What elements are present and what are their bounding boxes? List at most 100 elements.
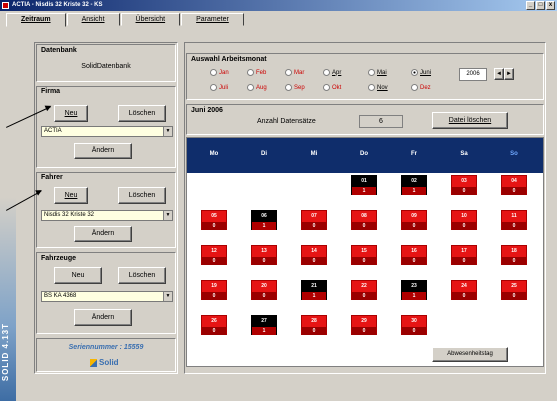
weekday-so: So [510, 151, 518, 157]
calendar-day[interactable]: 27 1 [251, 315, 277, 335]
calendar-day[interactable]: 05 0 [201, 210, 227, 230]
serial-group: Seriennummer : 15559 Solid [36, 338, 176, 372]
minimize-button[interactable]: _ [526, 1, 535, 10]
year-field[interactable]: 2006 [459, 68, 487, 81]
calendar-day[interactable]: 01 1 [351, 175, 377, 195]
fahrzeuge-neu-button[interactable]: Neu [54, 267, 102, 284]
calendar-day[interactable]: 10 0 [451, 210, 477, 230]
year-next-button[interactable]: ► [504, 68, 514, 80]
month-radio-mai[interactable]: Mai [368, 68, 387, 77]
calendar-day[interactable]: 07 0 [301, 210, 327, 230]
calendar-day[interactable]: 14 0 [301, 245, 327, 265]
fahrer-aendern-button[interactable]: Ändern [74, 226, 132, 242]
radio-dot[interactable] [247, 84, 254, 91]
fahrer-loeschen-button[interactable]: Löschen [118, 187, 166, 204]
close-button[interactable]: x [546, 1, 555, 10]
calendar-day[interactable]: 29 0 [351, 315, 377, 335]
calendar-day[interactable]: 25 0 [501, 280, 527, 300]
radio-dot[interactable] [285, 84, 292, 91]
month-label: Nov [377, 84, 388, 91]
radio-dot[interactable] [368, 84, 375, 91]
abwesenheitstag-button[interactable]: Abwesenheitstag [432, 347, 508, 362]
calendar-day[interactable]: 26 0 [201, 315, 227, 335]
month-radio-aug[interactable]: Aug [247, 83, 267, 92]
month-radio-nov[interactable]: Nov [368, 83, 388, 92]
title-bar: ACTIA - Nisdis 32 Kriste 32 - KS _ □ x [0, 0, 557, 11]
arrow-right-icon: ► [506, 71, 512, 77]
maximize-button[interactable]: □ [536, 1, 545, 10]
month-radio-mar[interactable]: Mar [285, 68, 304, 77]
calendar-day[interactable]: 17 0 [451, 245, 477, 265]
calendar-day[interactable]: 28 0 [301, 315, 327, 335]
calendar-day[interactable]: 22 0 [351, 280, 377, 300]
calendar-day[interactable]: 12 0 [201, 245, 227, 265]
month-radio-apr[interactable]: Apr [323, 68, 341, 77]
year-prev-button[interactable]: ◄ [494, 68, 504, 80]
radio-dot[interactable] [210, 84, 217, 91]
radio-dot[interactable] [210, 69, 217, 76]
datenbank-value: SolidDatenbank [81, 63, 131, 70]
radio-dot[interactable] [323, 69, 330, 76]
chevron-down-icon[interactable]: ▼ [163, 211, 172, 220]
fahrzeuge-aendern-button[interactable]: Ändern [74, 309, 132, 326]
radio-dot[interactable] [323, 84, 330, 91]
calendar-day[interactable]: 13 0 [251, 245, 277, 265]
calendar-day[interactable]: 11 0 [501, 210, 527, 230]
tab-parameter[interactable]: Parameter [181, 13, 244, 26]
fahrer-neu-button[interactable]: Neu [54, 187, 88, 204]
tab-uebersicht[interactable]: Übersicht [120, 13, 181, 26]
fahrzeuge-loeschen-button[interactable]: Löschen [118, 267, 166, 284]
calendar: Mo Di Mi Do Fr Sa So Abwesenheitstag 01 1 02 1 03 0… [186, 137, 544, 367]
radio-dot[interactable] [285, 69, 292, 76]
calendar-day[interactable]: 04 0 [501, 175, 527, 195]
fahrzeuge-group: Fahrzeuge Neu Löschen BS KA 4368 ▼ Ändern [36, 252, 176, 334]
calendar-day[interactable]: 08 0 [351, 210, 377, 230]
datenbank-group: Datenbank SolidDatenbank [36, 44, 176, 82]
calendar-day[interactable]: 19 0 [201, 280, 227, 300]
calendar-day[interactable]: 24 0 [451, 280, 477, 300]
solid-logo-icon [90, 359, 97, 367]
radio-dot[interactable] [411, 84, 418, 91]
month-radio-juli[interactable]: Juli [210, 83, 228, 92]
firma-neu-button[interactable]: Neu [54, 105, 88, 122]
day-count: 0 [452, 292, 476, 300]
month-radio-sep[interactable]: Sep [285, 83, 305, 92]
app-window: ACTIA - Nisdis 32 Kriste 32 - KS _ □ x Z… [0, 0, 557, 401]
month-radio-dez[interactable]: Dez [411, 83, 431, 92]
month-radio-okt[interactable]: Okt [323, 83, 341, 92]
calendar-day[interactable]: 15 0 [351, 245, 377, 265]
calendar-day[interactable]: 23 1 [401, 280, 427, 300]
calendar-day[interactable]: 18 0 [501, 245, 527, 265]
radio-dot[interactable] [247, 69, 254, 76]
calendar-day[interactable]: 02 1 [401, 175, 427, 195]
day-number: 24 [452, 281, 476, 292]
firma-loeschen-button[interactable]: Löschen [118, 105, 166, 122]
month-radio-feb[interactable]: Feb [247, 68, 266, 77]
calendar-day[interactable]: 03 0 [451, 175, 477, 195]
month-radio-jan[interactable]: Jan [210, 68, 229, 77]
chevron-down-icon[interactable]: ▼ [163, 292, 172, 301]
month-radio-juni[interactable]: Juni [411, 68, 431, 77]
weekday-mo: Mo [209, 151, 219, 157]
firma-select[interactable]: ACTIA ▼ [41, 126, 173, 137]
tab-zeitraum[interactable]: Zeitraum [6, 13, 66, 27]
day-number: 06 [252, 211, 276, 222]
fahrer-select[interactable]: Nisdis 32 Kriste 32 ▼ [41, 210, 173, 221]
firma-aendern-button[interactable]: Ändern [74, 143, 132, 159]
calendar-day[interactable]: 09 0 [401, 210, 427, 230]
tab-ansicht[interactable]: Ansicht [66, 13, 120, 26]
calendar-day[interactable]: 16 0 [401, 245, 427, 265]
calendar-day[interactable]: 20 0 [251, 280, 277, 300]
radio-dot[interactable] [368, 69, 375, 76]
chevron-down-icon[interactable]: ▼ [163, 127, 172, 136]
datei-loeschen-button[interactable]: Datei löschen [432, 112, 508, 129]
juni-header-group: Juni 2006 Anzahl Datensätze 6 Datei lösc… [186, 104, 544, 135]
calendar-day[interactable]: 30 0 [401, 315, 427, 335]
fahrzeuge-select[interactable]: BS KA 4368 ▼ [41, 291, 173, 302]
calendar-day[interactable]: 06 1 [251, 210, 277, 230]
month-label: Juli [219, 84, 229, 91]
fahrzeuge-select-value: BS KA 4368 [44, 293, 77, 299]
radio-dot[interactable] [411, 69, 418, 76]
calendar-day[interactable]: 21 1 [301, 280, 327, 300]
weekday-di: Di [261, 151, 267, 157]
